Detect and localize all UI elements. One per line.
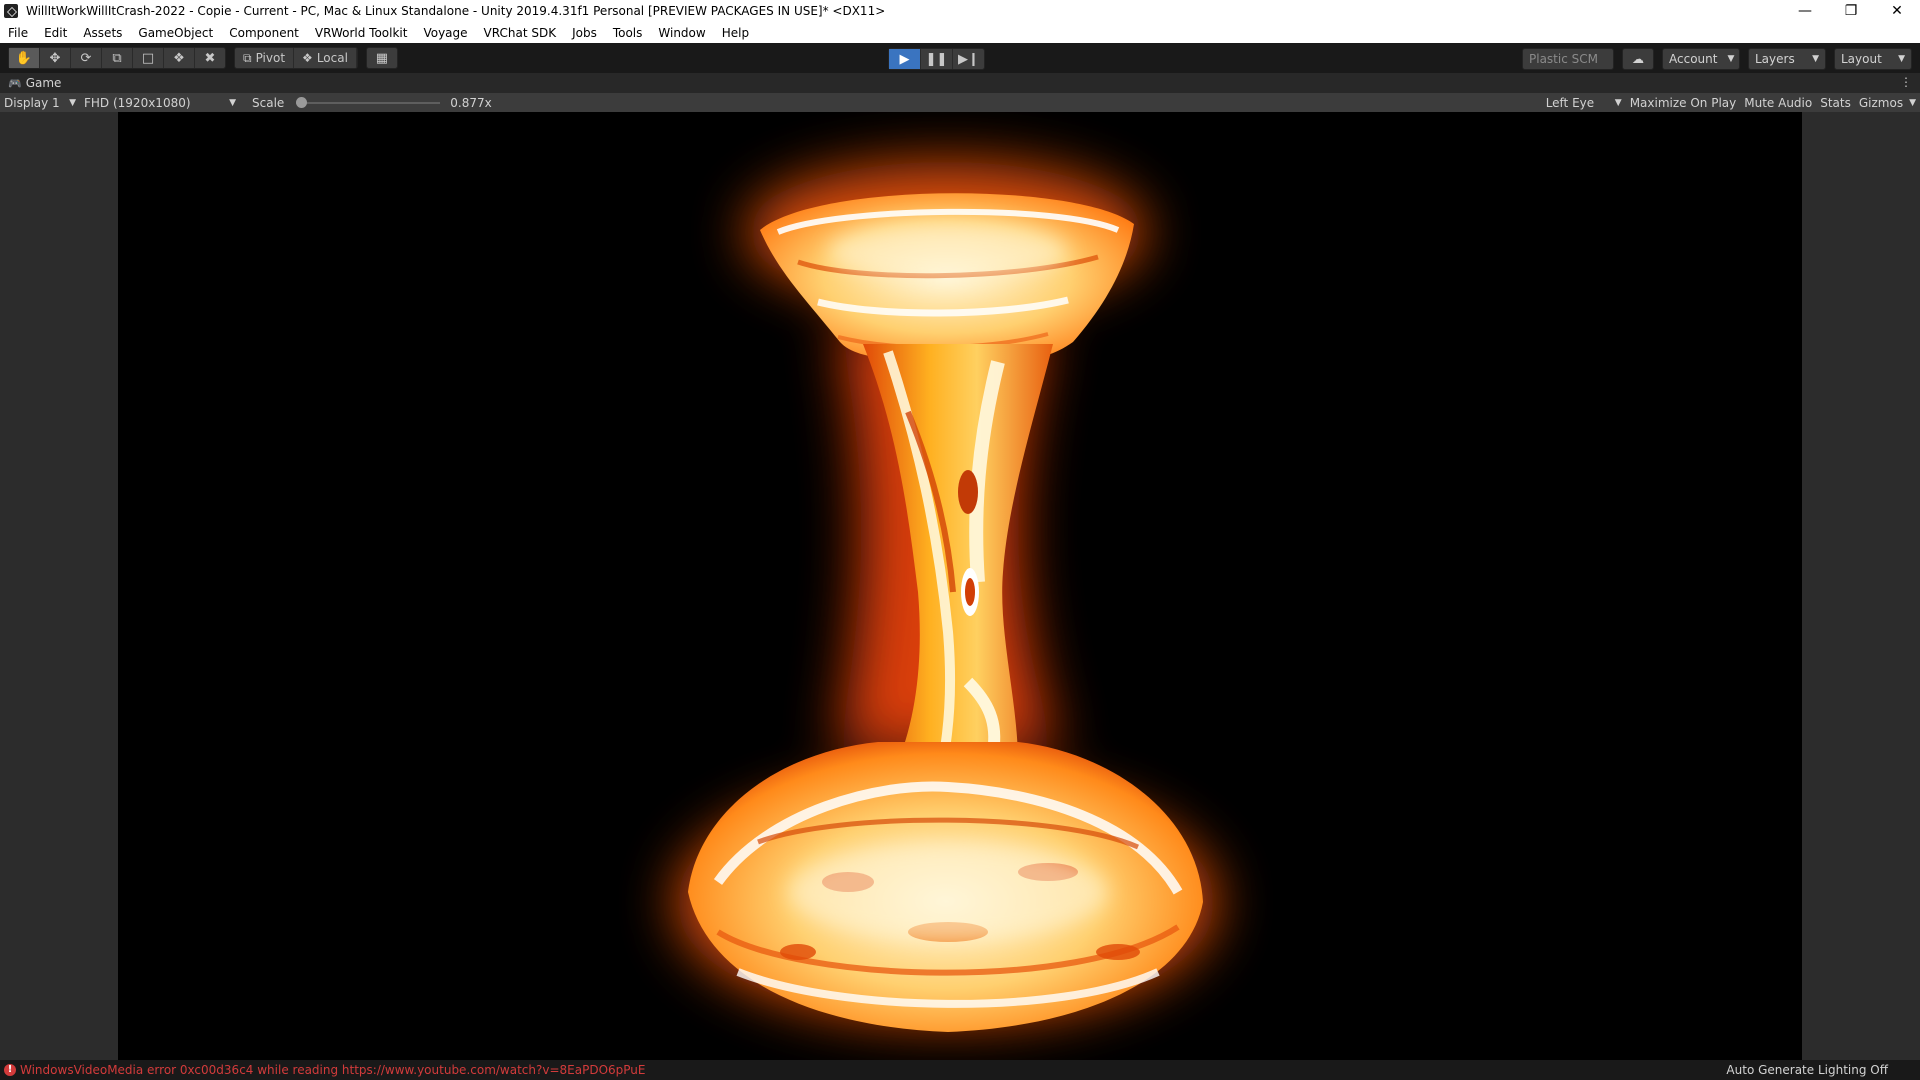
play-icon[interactable]: ▶ <box>889 49 921 69</box>
local-icon: ❖ <box>302 51 313 65</box>
menu-voyage[interactable]: Voyage <box>415 26 475 40</box>
local-button[interactable]: ❖ Local <box>294 48 357 68</box>
game-view-controls: Display 1 ▼ FHD (1920x1080) ▼ Scale 0.87… <box>0 93 1920 112</box>
toolbar-right: Plastic SCM ☁ Account ▼ Layers ▼ Layout … <box>1522 48 1912 70</box>
minimize-icon[interactable]: — <box>1782 0 1828 22</box>
custom-tool-icon[interactable]: ✖ <box>195 48 225 68</box>
play-controls: ▶ ❚❚ ▶❙ <box>888 48 985 70</box>
menu-tools[interactable]: Tools <box>605 26 651 40</box>
game-tab-bar: 🎮 Game ⋮ <box>0 73 1920 93</box>
menu-component[interactable]: Component <box>221 26 307 40</box>
pause-icon[interactable]: ❚❚ <box>921 49 953 69</box>
pivot-button[interactable]: ⧉ Pivot <box>235 48 295 68</box>
rotate-icon[interactable]: ⟳ <box>71 48 102 68</box>
more-options-icon[interactable]: ⋮ <box>1900 75 1912 89</box>
rect-icon[interactable]: □ <box>133 48 164 68</box>
menu-bar: File Edit Assets GameObject Component VR… <box>0 22 1920 44</box>
transform-icon[interactable]: ❖ <box>164 48 195 68</box>
move-icon[interactable]: ✥ <box>40 48 71 68</box>
plastic-label: Plastic SCM <box>1529 52 1598 66</box>
scale-slider[interactable] <box>296 96 441 108</box>
chevron-down-icon: ▼ <box>69 97 76 108</box>
grid-snap-icon[interactable]: ▦ <box>367 48 397 68</box>
chevron-down-icon: ▼ <box>1614 97 1622 108</box>
eye-dropdown[interactable]: Left Eye ▼ <box>1542 96 1626 110</box>
display-label: Display 1 <box>4 95 60 110</box>
account-label: Account <box>1669 52 1718 66</box>
error-icon: ! <box>4 1064 16 1076</box>
step-icon[interactable]: ▶❙ <box>953 49 984 69</box>
scale-control: Scale 0.877x <box>248 96 496 110</box>
game-view[interactable] <box>118 112 1802 1060</box>
unity-logo-icon <box>4 4 18 18</box>
game-viewport-area <box>0 112 1920 1060</box>
hand-icon[interactable]: ✋ <box>9 48 40 68</box>
mute-audio-toggle[interactable]: Mute Audio <box>1740 96 1816 110</box>
account-dropdown[interactable]: Account ▼ <box>1662 48 1740 70</box>
cloud-icon[interactable]: ☁ <box>1622 48 1654 70</box>
menu-jobs[interactable]: Jobs <box>564 26 605 40</box>
status-bar: ! WindowsVideoMedia error 0xc00d36c4 whi… <box>0 1060 1920 1080</box>
menu-vrchat-sdk[interactable]: VRChat SDK <box>476 26 565 40</box>
layers-dropdown[interactable]: Layers ▼ <box>1748 48 1826 70</box>
display-dropdown[interactable]: Display 1 ▼ <box>0 96 80 110</box>
menu-help[interactable]: Help <box>714 26 757 40</box>
gizmos-label: Gizmos <box>1858 95 1904 110</box>
menu-assets[interactable]: Assets <box>75 26 130 40</box>
scale-slider-knob[interactable] <box>296 96 308 108</box>
scale-label: Scale <box>252 95 285 110</box>
local-label: Local <box>316 51 348 65</box>
window-title-bar: WillItWorkWillItCrash-2022 - Copie - Cur… <box>0 0 1920 22</box>
chevron-down-icon: ▼ <box>1898 54 1905 64</box>
chevron-down-icon: ▼ <box>1812 54 1819 64</box>
pivot-icon: ⧉ <box>243 50 252 65</box>
maximize-on-play-toggle[interactable]: Maximize On Play <box>1626 96 1741 110</box>
grid-snap-group: ▦ <box>365 47 398 69</box>
chevron-down-icon: ▼ <box>1909 97 1916 108</box>
transform-tools: ✋ ✥ ⟳ ⧉ □ ❖ ✖ <box>8 47 226 69</box>
chevron-down-icon: ▼ <box>1727 54 1735 64</box>
scale-value: 0.877x <box>450 95 492 110</box>
menu-file[interactable]: File <box>0 26 36 40</box>
game-tab-label: Game <box>25 76 62 90</box>
lighting-status: Auto Generate Lighting Off <box>1726 1063 1888 1077</box>
menu-window[interactable]: Window <box>650 26 713 40</box>
plastic-scm-button[interactable]: Plastic SCM <box>1522 48 1614 70</box>
main-toolbar: ✋ ✥ ⟳ ⧉ □ ❖ ✖ ⧉ Pivot ❖ Local ▦ ▶ ❚❚ ▶❙ … <box>0 43 1920 73</box>
chevron-down-icon: ▼ <box>229 97 236 108</box>
fire-tornado-render <box>676 162 1216 1032</box>
restore-icon[interactable]: ❐ <box>1828 0 1874 22</box>
layout-label: Layout <box>1841 52 1882 66</box>
menu-edit[interactable]: Edit <box>36 26 75 40</box>
gizmos-dropdown[interactable]: Gizmos ▼ <box>1855 96 1920 110</box>
layers-label: Layers <box>1755 52 1795 66</box>
layout-dropdown[interactable]: Layout ▼ <box>1834 48 1912 70</box>
window-title: WillItWorkWillItCrash-2022 - Copie - Cur… <box>26 4 886 18</box>
menu-gameobject[interactable]: GameObject <box>130 26 221 40</box>
gamepad-icon: 🎮 <box>8 76 22 90</box>
close-icon[interactable]: ✕ <box>1874 0 1920 22</box>
pivot-label: Pivot <box>255 51 286 65</box>
pivot-toggles: ⧉ Pivot ❖ Local <box>234 47 358 69</box>
resolution-label: FHD (1920x1080) <box>84 95 191 110</box>
tab-game[interactable]: 🎮 Game <box>0 76 61 90</box>
scale-icon[interactable]: ⧉ <box>102 48 133 68</box>
eye-label: Left Eye <box>1545 95 1595 110</box>
error-message[interactable]: WindowsVideoMedia error 0xc00d36c4 while… <box>20 1063 646 1077</box>
stats-toggle[interactable]: Stats <box>1816 96 1855 110</box>
resolution-dropdown[interactable]: FHD (1920x1080) ▼ <box>80 96 240 110</box>
menu-vrworld-toolkit[interactable]: VRWorld Toolkit <box>307 26 416 40</box>
